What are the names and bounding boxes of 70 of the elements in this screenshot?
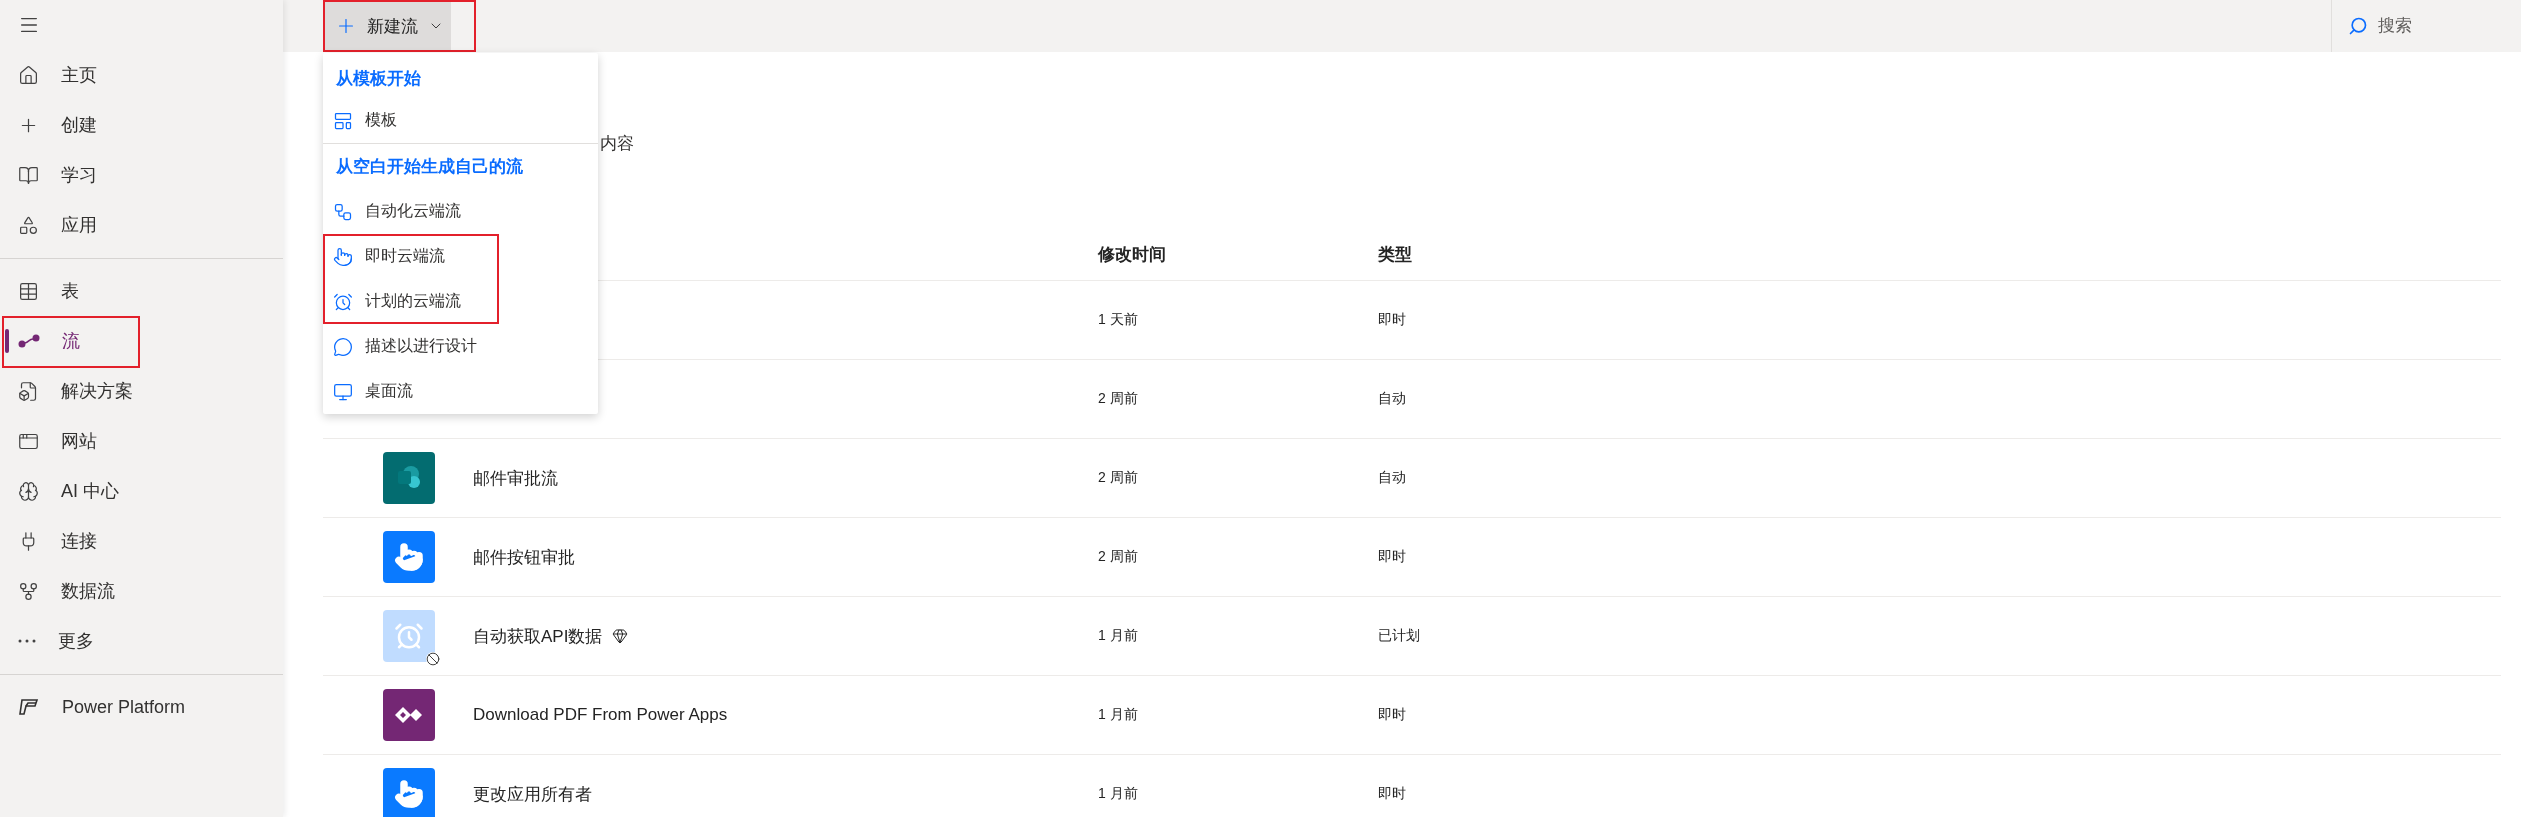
flow-steps-icon (333, 201, 353, 222)
table-cell-text: 2 周前 (1098, 548, 1139, 566)
template-icon (333, 110, 353, 131)
home-icon (18, 64, 39, 86)
monitor-icon (333, 381, 353, 402)
table-cell-text: 2 周前 (1098, 390, 1139, 408)
search-icon (2348, 16, 2368, 36)
table-cell-text: 1 月前 (1098, 706, 1139, 724)
fork-icon (18, 580, 39, 602)
table-cell-text: 1 月前 (1098, 785, 1139, 803)
sidebar-item[interactable]: 应用 (0, 200, 283, 250)
hand-pointer-icon (383, 768, 435, 817)
table-cell-text: 即时 (1378, 311, 1407, 329)
table-cell-text: 即时 (1378, 548, 1407, 566)
flow-name[interactable]: 邮件按钮审批 (473, 545, 575, 569)
alarm-clock-icon (333, 291, 353, 312)
sidebar-item[interactable]: 表 (0, 266, 283, 316)
table-cell-text: 即时 (1378, 785, 1407, 803)
selection-bar (5, 329, 9, 353)
table-row[interactable]: 邮件审批流 2 周前 自动 (323, 439, 2501, 518)
table-row[interactable]: Download PDF From Power Apps 1 月前 即时 (323, 676, 2501, 755)
sidebar-item[interactable]: 更多 (0, 616, 283, 666)
column-header[interactable]: 类型 (1378, 242, 2501, 266)
hand-pointer-icon (383, 531, 435, 583)
table-row[interactable]: 更改应用所有者 1 月前 即时 (323, 755, 2501, 817)
sidebar-item[interactable]: 学习 (0, 150, 283, 200)
table-row[interactable]: 邮件按钮审批 2 周前 即时 (323, 518, 2501, 597)
menu-item[interactable]: 模板 (323, 98, 598, 143)
flow-name[interactable]: 更改应用所有者 (473, 782, 592, 806)
sidebar-item[interactable]: Power Platform (0, 682, 283, 732)
column-header[interactable]: 修改时间 (1098, 242, 1378, 266)
table-cell-text: 即时 (1378, 706, 1407, 724)
flow-icon (18, 334, 40, 348)
menu-item[interactable]: 即时云端流 (323, 234, 499, 279)
sidebar-item[interactable]: 创建 (0, 100, 283, 150)
table-cell-text: 1 月前 (1098, 627, 1139, 645)
book-icon (18, 164, 39, 186)
shapes-icon (18, 214, 39, 236)
table-cell-text: 1 天前 (1098, 311, 1139, 329)
menu-item[interactable]: 描述以进行设计 (323, 324, 598, 369)
new-flow-button[interactable]: 新建流 (323, 0, 476, 52)
table-cell-text: 自动 (1378, 469, 1407, 487)
flow-app-icon (383, 452, 435, 504)
table-cell-text: 2 周前 (1098, 469, 1139, 487)
platform-logo-icon (18, 698, 40, 716)
menu-section-header: 从模板开始 (335, 68, 422, 90)
more-icon (18, 639, 36, 643)
table-cell-text: 已计划 (1378, 627, 1421, 645)
menu-item[interactable]: 自动化云端流 (323, 189, 598, 234)
flow-name[interactable]: Download PDF From Power Apps (473, 705, 728, 725)
brain-icon (18, 480, 39, 502)
sidebar-item[interactable]: AI 中心 (0, 466, 283, 516)
subtitle-text: 内容 (600, 133, 635, 155)
menu-item[interactable]: 计划的云端流 (323, 279, 499, 324)
sidebar-item[interactable]: 网站 (0, 416, 283, 466)
flow-name[interactable]: 邮件审批流 (473, 466, 558, 490)
sidebar-item[interactable]: 主页 (0, 50, 283, 100)
sidebar-item[interactable]: 流 (0, 316, 283, 366)
table-icon (18, 280, 39, 302)
search-field[interactable]: 搜索 (2376, 15, 2496, 37)
document-icon (18, 380, 39, 402)
menu-item[interactable]: 桌面流 (323, 369, 598, 414)
menu-section-header: 从空白开始生成自己的流 (335, 156, 524, 178)
sidebar-item[interactable]: 解决方案 (0, 366, 283, 416)
chat-icon (333, 336, 353, 357)
diamond-logo-icon (383, 689, 435, 741)
sidebar-item[interactable]: 数据流 (0, 566, 283, 616)
sidebar-item[interactable]: 连接 (0, 516, 283, 566)
hand-pointer-icon (333, 246, 353, 267)
table-cell-text: 自动 (1378, 390, 1407, 408)
